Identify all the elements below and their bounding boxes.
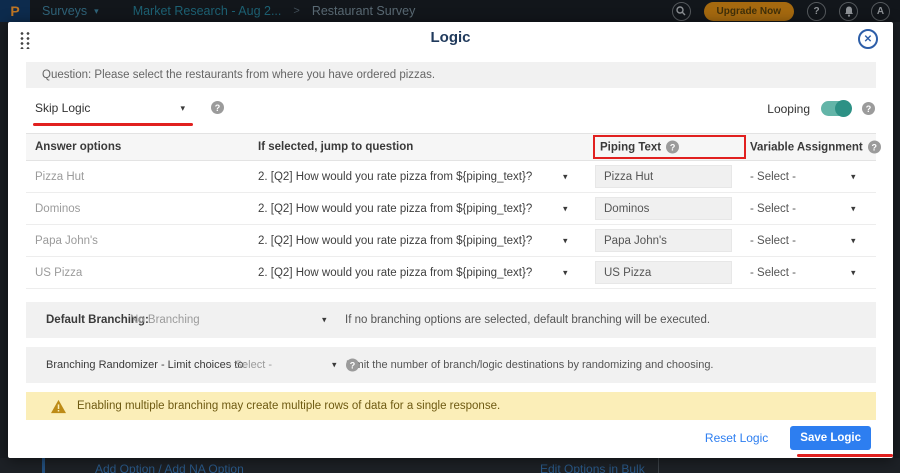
chevron-down-icon: ▾	[180, 103, 185, 114]
chevron-down-icon[interactable]: ▾	[851, 267, 856, 278]
looping-label: Looping	[767, 102, 810, 116]
annotation-underline-save-logic	[797, 454, 893, 457]
breadcrumb-folder[interactable]: Market Research - Aug 2...	[133, 4, 282, 18]
edit-options-bulk-link[interactable]: Edit Options in Bulk	[540, 462, 645, 473]
default-branching-help-text: If no branching options are selected, de…	[345, 314, 710, 326]
surveys-menu[interactable]: Surveys ▾	[42, 4, 99, 18]
header-variable-assignment: Variable Assignment ?	[750, 141, 881, 154]
help-icon[interactable]: ?	[807, 2, 826, 21]
randomizer-label: Branching Randomizer - Limit choices to:	[46, 359, 247, 371]
header-jump-to-question: If selected, jump to question	[258, 141, 413, 153]
surveys-menu-label: Surveys	[42, 4, 87, 18]
chevron-down-icon[interactable]: ▾	[563, 267, 568, 278]
question-bar: Question: Please select the restaurants …	[26, 62, 876, 88]
option-list-accent-bar	[42, 458, 45, 473]
breadcrumb-separator-icon: >	[293, 5, 299, 17]
save-logic-button[interactable]: Save Logic	[790, 426, 871, 450]
logic-type-select[interactable]: Skip Logic ▾	[35, 101, 185, 115]
jump-question-select[interactable]: 2. [Q2] How would you rate pizza from ${…	[258, 235, 532, 247]
chevron-down-icon[interactable]: ▾	[563, 171, 568, 182]
chevron-down-icon: ▾	[94, 6, 99, 17]
default-branching-select[interactable]: No Branching	[130, 314, 200, 326]
piping-text-input[interactable]	[595, 197, 732, 220]
avatar[interactable]: A	[871, 2, 890, 21]
logo-letter: P	[10, 3, 19, 19]
branching-randomizer-bar: Branching Randomizer - Limit choices to:…	[26, 347, 876, 383]
skip-logic-help-icon[interactable]: ?	[211, 101, 224, 114]
annotation-underline-skip-logic	[33, 123, 193, 126]
panel-divider	[658, 458, 659, 473]
looping-control: Looping ?	[767, 101, 875, 116]
modal-title: Logic	[8, 29, 893, 46]
variable-assignment-help-icon[interactable]: ?	[868, 141, 881, 154]
chevron-down-icon[interactable]: ▾	[851, 235, 856, 246]
topbar-actions: Upgrade Now ? A	[672, 2, 900, 21]
randomizer-help-label: Limit the number of branch/logic destina…	[346, 359, 714, 371]
table-row: Dominos 2. [Q2] How would you rate pizza…	[26, 193, 876, 225]
breadcrumb-survey[interactable]: Restaurant Survey	[312, 4, 416, 18]
answer-option-label: Dominos	[35, 203, 80, 215]
logic-type-value: Skip Logic	[35, 101, 90, 115]
jump-question-select[interactable]: 2. [Q2] How would you rate pizza from ${…	[258, 203, 532, 215]
jump-question-select[interactable]: 2. [Q2] How would you rate pizza from ${…	[258, 267, 532, 279]
logic-table-header: Answer options If selected, jump to ques…	[26, 133, 876, 161]
warning-triangle-icon	[50, 399, 67, 414]
looping-toggle[interactable]	[821, 101, 851, 116]
chevron-down-icon[interactable]: ▾	[332, 360, 337, 371]
questionpro-logo[interactable]: P	[0, 0, 30, 22]
upgrade-now-button[interactable]: Upgrade Now	[704, 2, 794, 21]
looping-help-icon[interactable]: ?	[862, 102, 875, 115]
warning-banner: Enabling multiple branching may create m…	[26, 392, 876, 420]
answer-option-label: US Pizza	[35, 267, 82, 279]
chevron-down-icon[interactable]: ▾	[851, 203, 856, 214]
add-option-link[interactable]: Add Option / Add NA Option	[95, 462, 244, 473]
piping-text-input[interactable]	[595, 229, 732, 252]
table-row: US Pizza 2. [Q2] How would you rate pizz…	[26, 257, 876, 289]
close-icon[interactable]: ✕	[858, 29, 878, 49]
app-screen: P Surveys ▾ Market Research - Aug 2... >…	[0, 0, 900, 473]
header-answer-options: Answer options	[35, 141, 121, 153]
jump-question-select[interactable]: 2. [Q2] How would you rate pizza from ${…	[258, 171, 532, 183]
search-icon[interactable]	[672, 2, 691, 21]
chevron-down-icon[interactable]: ▾	[563, 235, 568, 246]
question-text: Question: Please select the restaurants …	[42, 69, 435, 81]
variable-assignment-select[interactable]: - Select -	[750, 171, 796, 183]
table-row: Pizza Hut 2. [Q2] How would you rate piz…	[26, 161, 876, 193]
piping-text-input[interactable]	[595, 165, 732, 188]
randomizer-select[interactable]: - Select -	[228, 359, 272, 371]
header-variable-assignment-label: Variable Assignment	[750, 141, 863, 153]
notifications-bell-icon[interactable]	[839, 2, 858, 21]
toggle-knob	[835, 100, 852, 117]
chevron-down-icon[interactable]: ▾	[322, 315, 327, 326]
top-navigation-bar: P Surveys ▾ Market Research - Aug 2... >…	[0, 0, 900, 22]
chevron-down-icon[interactable]: ▾	[563, 203, 568, 214]
modal-footer: Reset Logic Save Logic	[705, 426, 871, 450]
randomizer-help-icon[interactable]: ?	[346, 359, 359, 372]
piping-text-input[interactable]	[595, 261, 732, 284]
default-branching-bar: Default Branching: No Branching ▾ If no …	[26, 302, 876, 338]
answer-option-label: Papa John's	[35, 235, 98, 247]
variable-assignment-select[interactable]: - Select -	[750, 267, 796, 279]
chevron-down-icon[interactable]: ▾	[851, 171, 856, 182]
table-row: Papa John's 2. [Q2] How would you rate p…	[26, 225, 876, 257]
variable-assignment-select[interactable]: - Select -	[750, 235, 796, 247]
variable-assignment-select[interactable]: - Select -	[750, 203, 796, 215]
warning-text: Enabling multiple branching may create m…	[77, 400, 500, 412]
breadcrumb: Market Research - Aug 2... > Restaurant …	[133, 4, 416, 18]
logic-modal: Logic ✕ Question: Please select the rest…	[8, 22, 893, 458]
annotation-box-piping-text	[593, 135, 746, 159]
answer-option-label: Pizza Hut	[35, 171, 84, 183]
page-behind-modal: Add Option / Add NA Option Edit Options …	[0, 458, 900, 473]
reset-logic-link[interactable]: Reset Logic	[705, 431, 768, 445]
